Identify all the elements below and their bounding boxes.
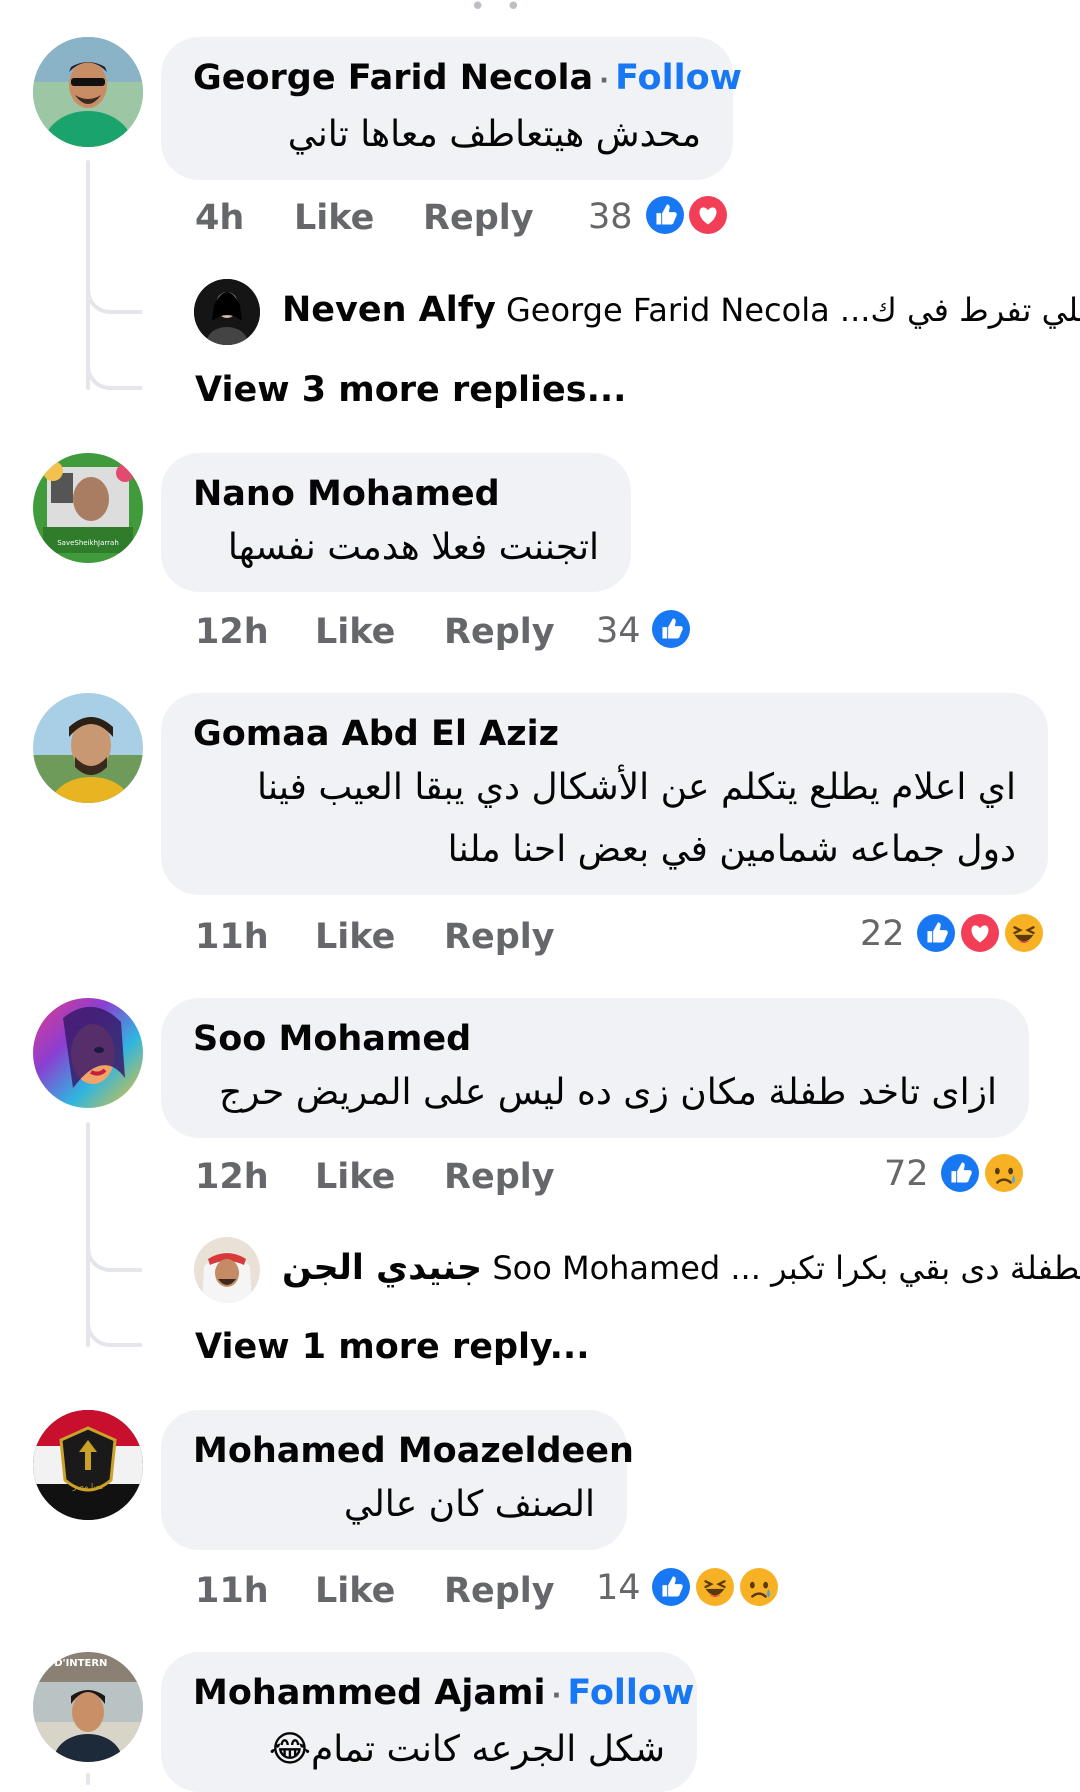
avatar-moazeldeen[interactable]: تحيا مصر: [33, 1410, 143, 1520]
reply-button[interactable]: Reply: [444, 915, 555, 959]
comment-bubble: George Farid Necola · Follow محدش هيتعاطف …: [161, 37, 742, 180]
author-line: Mohammed Ajami · Follow: [193, 1670, 694, 1719]
follow-button[interactable]: Follow: [567, 1673, 694, 1713]
reaction-count[interactable]: 34: [596, 609, 641, 653]
follow-button[interactable]: Follow: [615, 58, 742, 98]
like-button[interactable]: Like: [315, 610, 395, 654]
laughing-emoji-icon: 😂: [268, 1729, 311, 1770]
timestamp[interactable]: 12h: [195, 1155, 269, 1199]
like-reaction-icon: [649, 1565, 693, 1609]
reply-author[interactable]: جنيدي الجن: [282, 1248, 482, 1288]
timestamp[interactable]: 11h: [195, 915, 269, 959]
sad-reaction-icon: [982, 1151, 1026, 1195]
timestamp[interactable]: 4h: [195, 198, 244, 238]
reply-author[interactable]: Neven Alfy: [282, 290, 496, 330]
like-button[interactable]: Like: [315, 915, 395, 959]
avatar-caption: تحيا مصر: [72, 1482, 104, 1491]
thread-connector: [86, 330, 142, 390]
comment-text: شكل الجرعه كانت تمام: [310, 1729, 665, 1770]
reply-button[interactable]: Reply: [444, 1569, 555, 1613]
author-name[interactable]: Mohammed Ajami: [193, 1673, 546, 1713]
like-reaction-icon: [649, 607, 693, 651]
reply-button[interactable]: Reply: [444, 610, 555, 654]
avatar-george[interactable]: [33, 37, 143, 147]
reaction-count[interactable]: 22: [860, 912, 905, 956]
avatar-gomaa[interactable]: [33, 693, 143, 803]
comment-actions: 4h: [195, 196, 244, 240]
comment-text: محدش هيتعاطف معاها تاني: [287, 114, 701, 155]
author-name[interactable]: Mohamed Moazeldeen: [193, 1428, 634, 1474]
comment-text-row: شكل الجرعه كانت تمام😂: [193, 1719, 665, 1781]
author-name[interactable]: Nano Mohamed: [193, 471, 599, 517]
avatar-nano[interactable]: SaveSheikhJarrah: [33, 453, 143, 563]
comment-text-line-2: دول جماعه شمامين في بعض احنا ملنا: [447, 829, 1016, 870]
thread-line: [86, 1773, 90, 1785]
reply-text: الطفلة دى بقي بكرا تكبر ...: [730, 1249, 1080, 1287]
like-button[interactable]: Like: [315, 1155, 395, 1199]
haha-reaction-icon: [1002, 911, 1046, 955]
timestamp[interactable]: 11h: [195, 1569, 269, 1613]
reaction-count[interactable]: 38: [588, 195, 633, 239]
comment-bubble: Mohammed Ajami · Follow شكل الجرعه كانت تم…: [161, 1652, 697, 1792]
sad-reaction-icon: [737, 1565, 781, 1609]
comment-bubble: Mohamed Moazeldeen الصنف كان عالي: [161, 1410, 634, 1550]
reply-mention[interactable]: Soo Mohamed: [492, 1249, 720, 1287]
love-reaction-icon: [958, 911, 1002, 955]
scroll-indicator: • •: [470, 0, 527, 22]
love-reaction-icon: [686, 193, 730, 237]
like-reaction-icon: [914, 911, 958, 955]
avatar-caption: A D'INTERN: [43, 1658, 108, 1669]
separator: ·: [599, 66, 610, 96]
like-reaction-icon: [643, 193, 687, 237]
view-more-replies[interactable]: View 1 more reply...: [195, 1325, 590, 1369]
separator: ·: [551, 1681, 562, 1711]
comment-text-line-1: اي اعلام يطلع يتكلم عن الأشكال دي يبقا ا…: [256, 767, 1016, 808]
author-line: George Farid Necola · Follow: [193, 55, 742, 104]
comment-text: الصنف كان عالي: [343, 1484, 595, 1525]
like-button[interactable]: Like: [315, 1569, 395, 1613]
author-name[interactable]: Gomaa Abd El Aziz: [193, 711, 1016, 757]
thread-connector: [86, 1210, 142, 1272]
avatar-caption: SaveSheikhJarrah: [57, 539, 119, 547]
reply-button[interactable]: Reply: [444, 1155, 555, 1199]
thread-connector: [86, 1290, 142, 1347]
avatar-soo[interactable]: [33, 998, 143, 1108]
timestamp[interactable]: 12h: [195, 610, 269, 654]
like-reaction-icon: [938, 1151, 982, 1195]
reply-text: اللي تفرط في ك...: [839, 291, 1080, 329]
like-button[interactable]: Like: [294, 196, 374, 240]
comment-bubble: Soo Mohamed ازاى تاخد طفلة مكان زى ده لي…: [161, 998, 1029, 1138]
author-name[interactable]: Soo Mohamed: [193, 1016, 997, 1062]
comment-text: اتجننت فعلا هدمت نفسها: [227, 527, 599, 568]
comment-bubble: Gomaa Abd El Aziz اي اعلام يطلع يتكلم عن…: [161, 693, 1048, 895]
view-more-replies[interactable]: View 3 more replies...: [195, 368, 626, 412]
avatar-gunaidi[interactable]: [194, 1237, 260, 1303]
comment-bubble: Nano Mohamed اتجننت فعلا هدمت نفسها: [161, 453, 631, 592]
reply-preview[interactable]: Neven Alfy George Farid Necola اللي تفرط…: [282, 288, 1080, 332]
thread-connector: [86, 250, 142, 314]
reply-preview[interactable]: جنيدي الجن Soo Mohamed الطفلة دى بقي بكر…: [282, 1246, 1080, 1290]
reply-mention[interactable]: George Farid Necola: [506, 291, 830, 329]
author-name[interactable]: George Farid Necola: [193, 58, 593, 98]
reaction-count[interactable]: 14: [596, 1566, 641, 1610]
comment-text: ازاى تاخد طفلة مكان زى ده ليس على المريض…: [218, 1072, 997, 1113]
avatar-ajami[interactable]: A D'INTERN: [33, 1652, 143, 1762]
reaction-count[interactable]: 72: [884, 1152, 929, 1196]
reply-button[interactable]: Reply: [423, 196, 534, 240]
avatar-neven[interactable]: [194, 279, 260, 345]
haha-reaction-icon: [693, 1565, 737, 1609]
